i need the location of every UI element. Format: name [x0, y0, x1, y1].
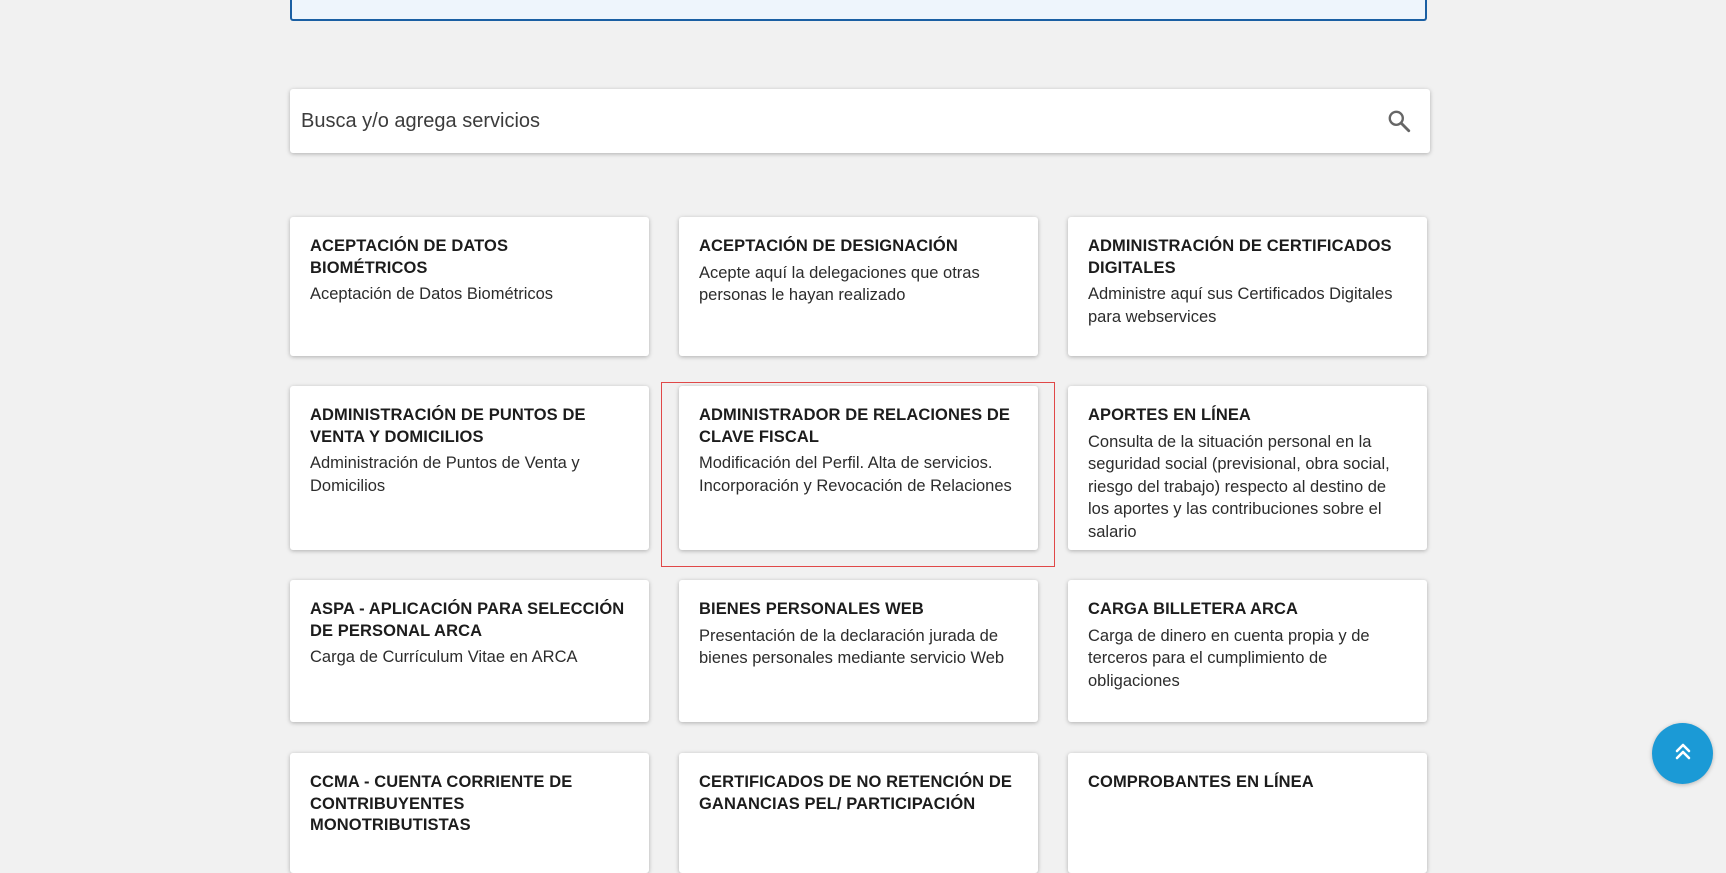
- service-card-description: Carga de dinero en cuenta propia y de te…: [1088, 626, 1370, 690]
- service-card-title: APORTES EN LÍNEA: [1088, 406, 1251, 424]
- info-banner: [290, 0, 1427, 21]
- service-card-description: Consulta de la situación personal en la …: [1088, 432, 1390, 541]
- service-card-comprobantes-en-linea[interactable]: COMPROBANTES EN LÍNEA: [1068, 753, 1427, 873]
- service-card-title: ADMINISTRACIÓN DE CERTIFICADOS DIGITALES: [1088, 237, 1392, 277]
- search-input[interactable]: [290, 89, 1384, 153]
- search-icon[interactable]: [1384, 106, 1414, 136]
- service-card-description: Aceptación de Datos Biométricos: [310, 285, 554, 303]
- service-card-title: BIENES PERSONALES WEB: [699, 600, 924, 618]
- service-card-aportes-en-linea[interactable]: APORTES EN LÍNEA Consulta de la situació…: [1068, 386, 1427, 550]
- service-card-title: ADMINISTRADOR DE RELACIONES DE CLAVE FIS…: [699, 406, 1011, 446]
- service-card-title: CERTIFICADOS DE NO RETENCIÓN DE GANANCIA…: [699, 773, 1012, 813]
- service-card-aceptacion-designacion[interactable]: ACEPTACIÓN DE DESIGNACIÓN Acepte aquí la…: [679, 217, 1038, 356]
- double-chevron-up-icon: [1671, 739, 1695, 768]
- service-card-title: ADMINISTRACIÓN DE PUNTOS DE VENTA Y DOMI…: [310, 406, 586, 446]
- service-card-description: Administre aquí sus Certificados Digital…: [1088, 285, 1393, 326]
- service-card-description: Carga de Currículum Vitae en ARCA: [310, 648, 578, 666]
- service-card-description: Acepte aquí la delegaciones que otras pe…: [699, 263, 980, 305]
- scroll-to-top-button[interactable]: [1652, 723, 1713, 784]
- service-card-administrador-relaciones-clave-fiscal[interactable]: ADMINISTRADOR DE RELACIONES DE CLAVE FIS…: [679, 386, 1038, 550]
- service-card-title: ACEPTACIÓN DE DATOS BIOMÉTRICOS: [310, 237, 509, 277]
- service-card-title: CARGA BILLETERA ARCA: [1088, 600, 1299, 618]
- service-card-description: Modificación del Perfil. Alta de servici…: [699, 454, 1012, 495]
- service-card-description: Administración de Puntos de Venta y Domi…: [310, 454, 580, 495]
- service-card-administracion-puntos-venta[interactable]: ADMINISTRACIÓN DE PUNTOS DE VENTA Y DOMI…: [290, 386, 649, 550]
- service-card-aceptacion-datos-biometricos[interactable]: ACEPTACIÓN DE DATOS BIOMÉTRICOS Aceptaci…: [290, 217, 649, 356]
- service-card-ccma[interactable]: CCMA - CUENTA CORRIENTE DE CONTRIBUYENTE…: [290, 753, 649, 873]
- service-card-bienes-personales-web[interactable]: BIENES PERSONALES WEB Presentación de la…: [679, 580, 1038, 722]
- service-card-title: COMPROBANTES EN LÍNEA: [1088, 773, 1314, 791]
- service-card-carga-billetera-arca[interactable]: CARGA BILLETERA ARCA Carga de dinero en …: [1068, 580, 1427, 722]
- service-card-title: CCMA - CUENTA CORRIENTE DE CONTRIBUYENTE…: [310, 773, 573, 834]
- service-card-title: ASPA - APLICACIÓN PARA SELECCIÓN DE PERS…: [310, 600, 625, 640]
- service-card-certificados-no-retencion[interactable]: CERTIFICADOS DE NO RETENCIÓN DE GANANCIA…: [679, 753, 1038, 873]
- service-card-description: Presentación de la declaración jurada de…: [699, 626, 1005, 668]
- service-card-aspa[interactable]: ASPA - APLICACIÓN PARA SELECCIÓN DE PERS…: [290, 580, 649, 722]
- service-card-title: ACEPTACIÓN DE DESIGNACIÓN: [699, 237, 958, 255]
- service-card-administracion-certificados-digitales[interactable]: ADMINISTRACIÓN DE CERTIFICADOS DIGITALES…: [1068, 217, 1427, 356]
- service-search-bar[interactable]: [290, 89, 1430, 153]
